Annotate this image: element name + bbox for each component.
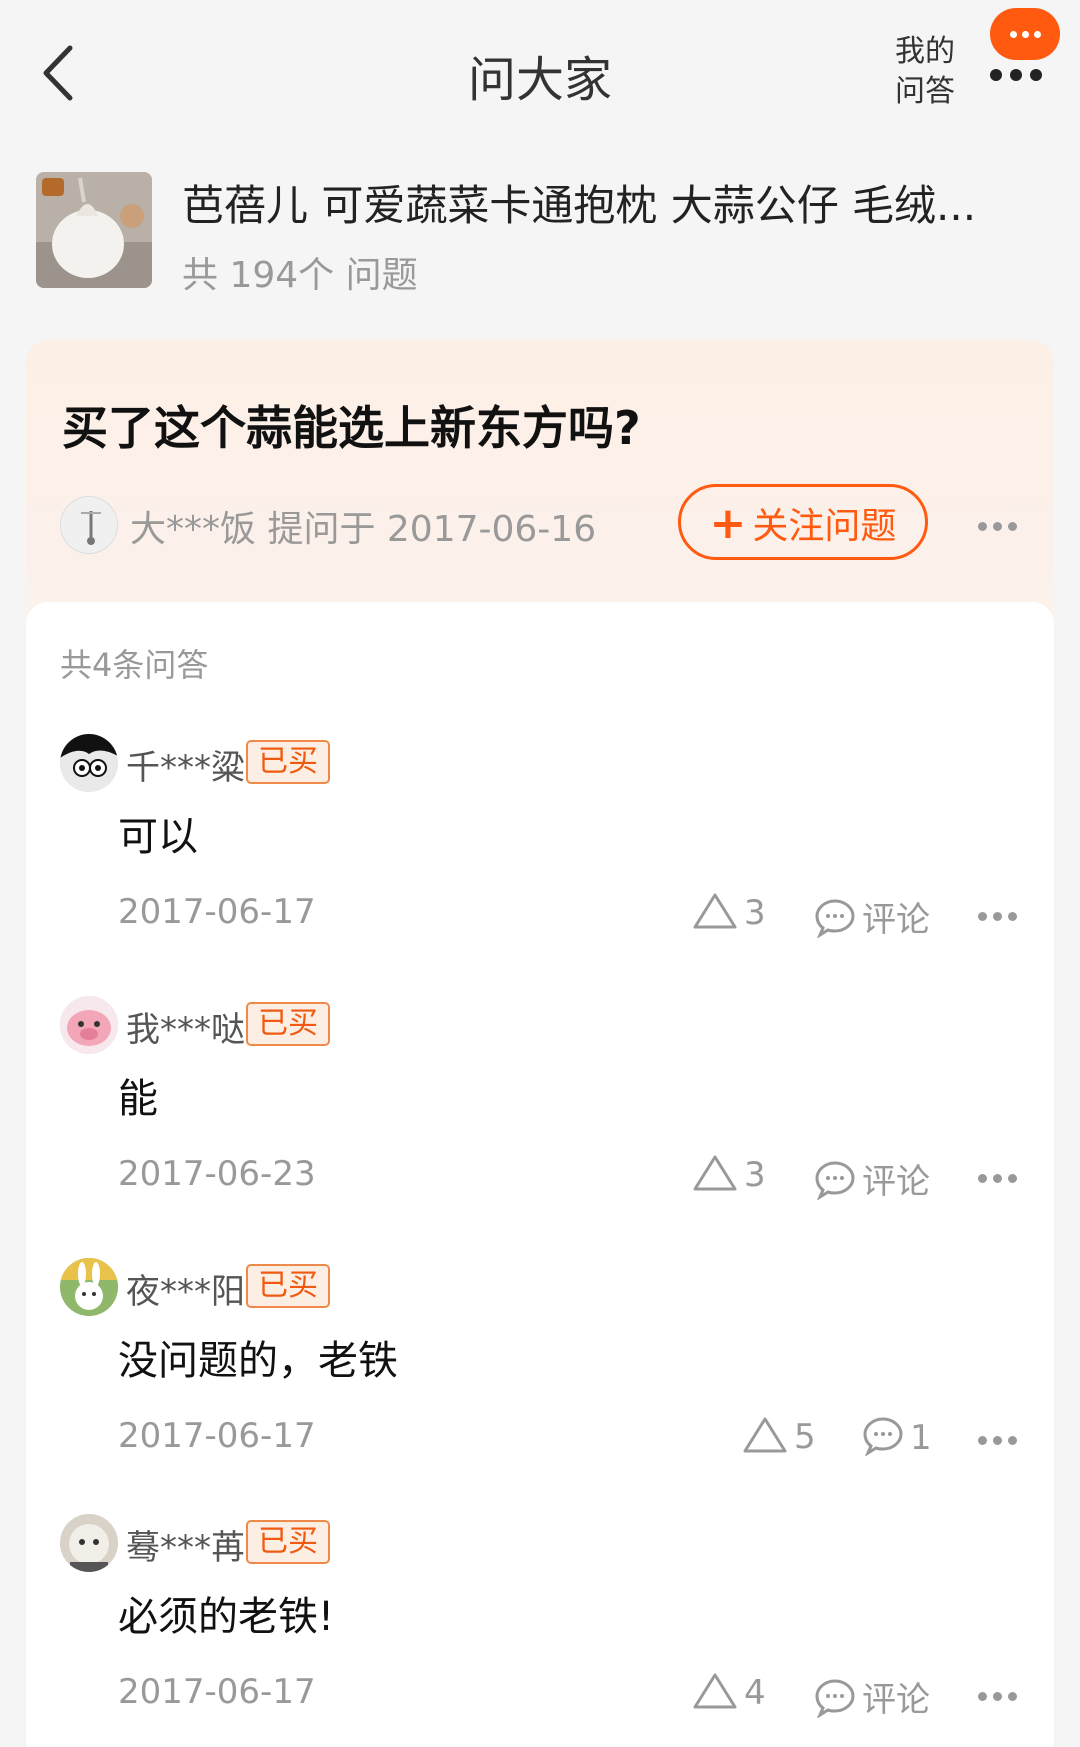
answer-item: 我***哒 已买 能 2017-06-23 3 评论 xyxy=(26,996,1054,1258)
answer-date: 2017-06-17 xyxy=(118,1416,316,1456)
answer-item: 千***粱 已买 可以 2017-06-17 3 评论 xyxy=(26,734,1054,996)
comment-bubble-icon xyxy=(863,1417,903,1457)
answer-date: 2017-06-17 xyxy=(118,1672,316,1712)
like-button[interactable]: 3 xyxy=(692,1154,766,1196)
like-button[interactable]: 5 xyxy=(742,1416,816,1458)
top-bar: 问大家 我的 问答 xyxy=(0,0,1080,150)
product-image xyxy=(36,172,152,288)
product-summary[interactable]: 芭蓓儿 可爱蔬菜卡通抱枕 大蒜公仔 毛绒... 共 194个 问题 xyxy=(36,172,1046,296)
product-name: 芭蓓儿 可爱蔬菜卡通抱枕 大蒜公仔 毛绒... xyxy=(182,181,977,230)
comment-bubble-icon xyxy=(815,1679,855,1719)
purchased-badge: 已买 xyxy=(246,1002,330,1046)
triangle-up-icon xyxy=(743,1417,787,1453)
answer-item: 夜***阳 已买 没问题的，老铁 2017-06-17 5 1 xyxy=(26,1258,1054,1520)
like-button[interactable]: 3 xyxy=(692,892,766,934)
triangle-up-icon xyxy=(693,893,737,929)
avatar[interactable] xyxy=(60,1514,118,1572)
ellipsis-icon[interactable] xyxy=(990,66,1050,81)
triangle-up-icon xyxy=(693,1155,737,1191)
purchased-badge: 已买 xyxy=(246,1264,330,1308)
question-card: 买了这个蒜能选上新东方吗? 大***饭 提问于 2017-06-16 + 关注问题 xyxy=(26,340,1054,640)
question-text: 买了这个蒜能选上新东方吗? xyxy=(62,401,641,455)
comment-button[interactable]: 1 xyxy=(862,1416,932,1458)
ellipsis-icon[interactable] xyxy=(978,1430,1024,1445)
username: 千***粱 xyxy=(126,748,245,788)
answers-card: 共4条问答 千***粱 已买 可以 2017-06-17 3 评论 我***哒 … xyxy=(26,602,1054,1747)
avatar[interactable] xyxy=(60,996,118,1054)
page: 问大家 我的 问答 芭蓓儿 可爱蔬菜卡通抱枕 大蒜公仔 毛绒... 共 194个… xyxy=(0,0,1080,1747)
purchased-badge: 已买 xyxy=(246,1520,330,1564)
ellipsis-icon[interactable] xyxy=(978,906,1024,921)
asker-avatar[interactable] xyxy=(60,496,118,554)
triangle-up-icon xyxy=(693,1673,737,1709)
message-button[interactable] xyxy=(990,8,1060,60)
answer-date: 2017-06-17 xyxy=(118,892,316,932)
ellipsis-icon[interactable] xyxy=(978,1168,1024,1183)
avatar[interactable] xyxy=(60,734,118,792)
username: 夜***阳 xyxy=(126,1272,245,1312)
message-bubble-icon xyxy=(1010,31,1017,38)
answer-text: 可以 xyxy=(118,814,198,860)
comment-button[interactable]: 评论 xyxy=(814,892,930,940)
avatar[interactable] xyxy=(60,1258,118,1316)
answer-text: 没问题的，老铁 xyxy=(118,1338,398,1384)
comment-button[interactable]: 评论 xyxy=(814,1672,930,1720)
answer-text: 能 xyxy=(118,1076,158,1122)
answer-date: 2017-06-23 xyxy=(118,1154,316,1194)
like-button[interactable]: 4 xyxy=(692,1672,766,1714)
follow-question-button[interactable]: + 关注问题 xyxy=(678,484,928,560)
username: 我***哒 xyxy=(126,1010,245,1050)
answers-count: 共4条问答 xyxy=(60,646,209,684)
comment-bubble-icon xyxy=(815,899,855,939)
comment-button[interactable]: 评论 xyxy=(814,1154,930,1202)
my-qa-link[interactable]: 我的 问答 xyxy=(890,32,960,112)
purchased-badge: 已买 xyxy=(246,740,330,784)
answer-text: 必须的老铁! xyxy=(118,1594,335,1640)
plus-icon: + xyxy=(709,498,747,549)
answer-item: 蓦***苒 已买 必须的老铁! 2017-06-17 4 评论 xyxy=(26,1514,1054,1747)
ellipsis-icon[interactable] xyxy=(978,516,1024,531)
ellipsis-icon[interactable] xyxy=(978,1686,1024,1701)
question-count: 共 194个 问题 xyxy=(182,255,418,296)
username: 蓦***苒 xyxy=(126,1528,245,1568)
comment-bubble-icon xyxy=(815,1161,855,1201)
asker-info: 大***饭 提问于 2017-06-16 xyxy=(130,509,597,550)
